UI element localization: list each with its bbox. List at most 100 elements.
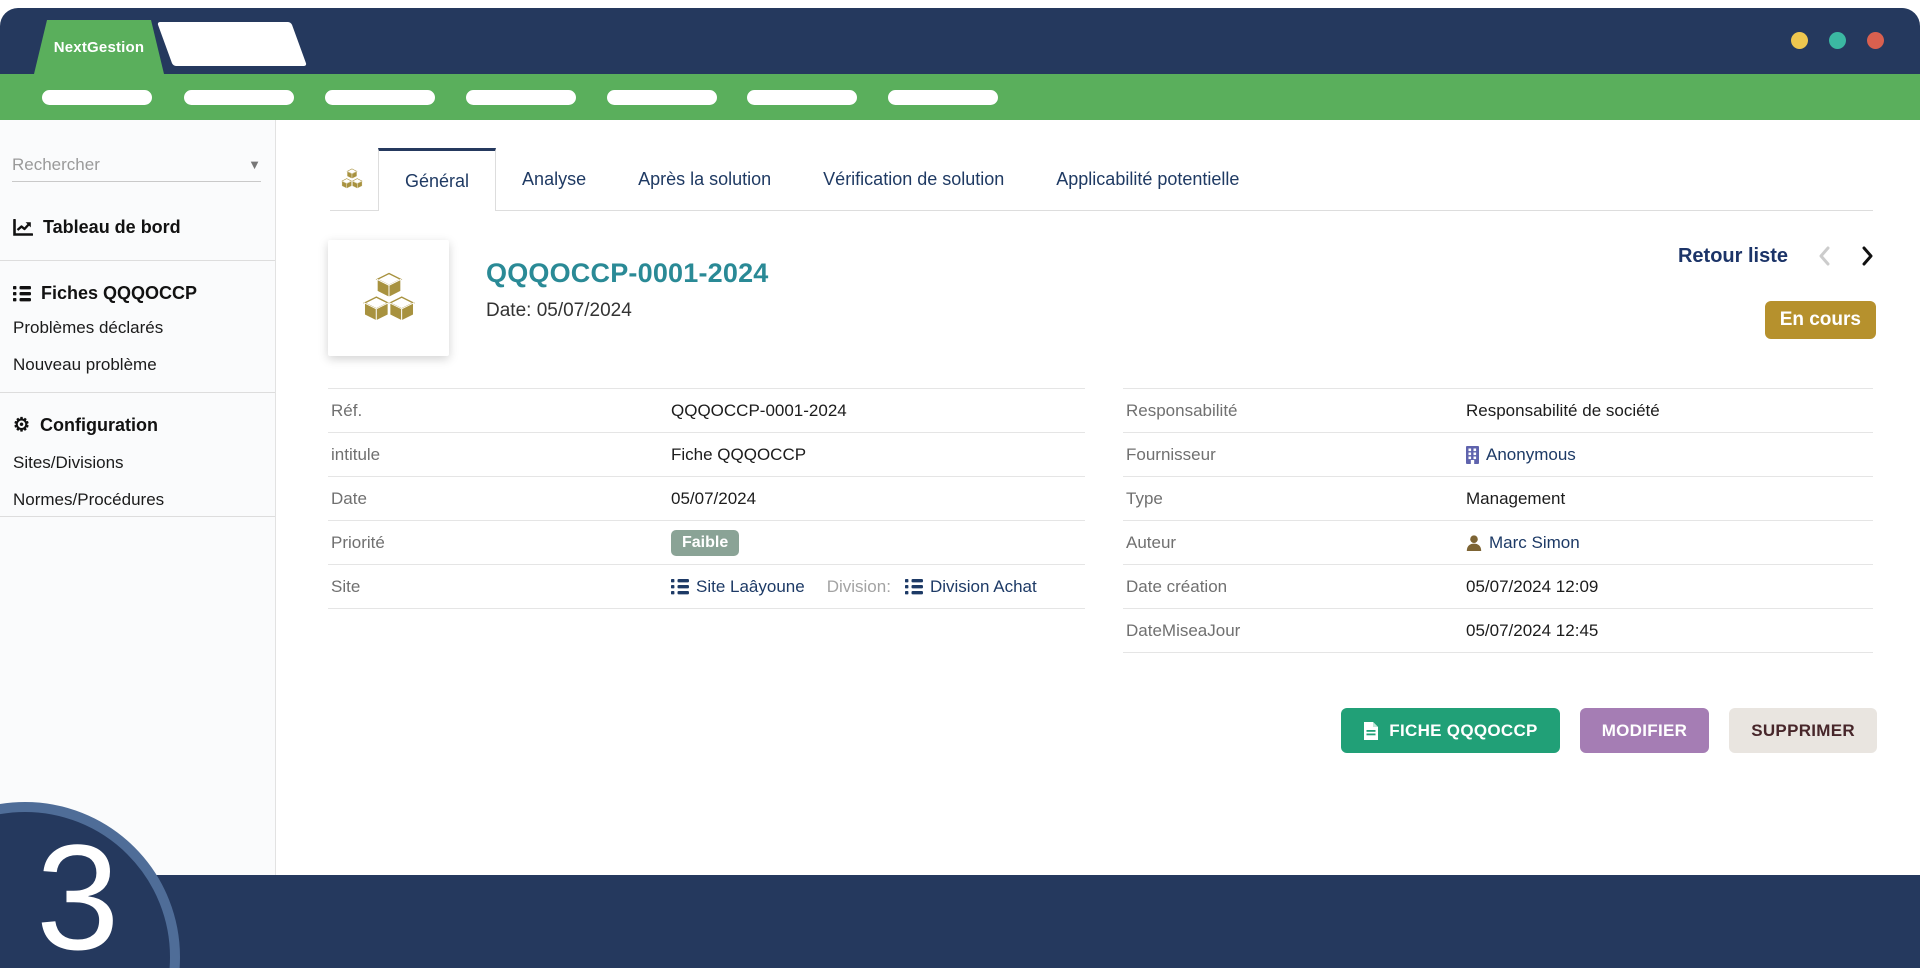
sidebar-item-nouveau-probleme[interactable]: Nouveau problème [13, 350, 265, 380]
table-row: Réf. QQQOCCP-0001-2024 [328, 389, 1085, 433]
divider [0, 516, 275, 517]
supprimer-button[interactable]: SUPPRIMER [1729, 708, 1877, 753]
field-label: Type [1123, 489, 1466, 509]
supplier-link[interactable]: Anonymous [1466, 445, 1576, 465]
sidebar-item-label: Normes/Procédures [13, 490, 164, 510]
field-value: QQQOCCP-0001-2024 [671, 401, 847, 421]
main-nav [0, 74, 1920, 120]
footer-bar [0, 875, 1920, 968]
field-label: Date [328, 489, 671, 509]
tab-analyse[interactable]: Analyse [496, 148, 612, 210]
sidebar: ▼ Tableau de bord Fiches QQQOCCP Problèm… [0, 120, 276, 875]
sidebar-item-configuration[interactable]: ⚙ Configuration [13, 410, 265, 440]
nav-pill-placeholder[interactable] [607, 90, 717, 105]
nav-pill-placeholder[interactable] [184, 90, 294, 105]
back-to-list-link[interactable]: Retour liste [1678, 245, 1788, 268]
field-label: Réf. [328, 401, 671, 421]
field-value: 05/07/2024 [671, 489, 756, 509]
sidebar-item-fiches-qqqoccp[interactable]: Fiches QQQOCCP [13, 278, 265, 308]
record-title: QQQOCCP-0001-2024 [486, 258, 769, 289]
table-row: DateMiseaJour 05/07/2024 12:45 [1123, 609, 1873, 653]
header-tab-shape [157, 22, 307, 66]
sidebar-item-label: Tableau de bord [43, 217, 181, 238]
list-icon [671, 578, 689, 595]
divider [0, 260, 275, 261]
field-label: Site [328, 577, 671, 597]
nav-pill-placeholder[interactable] [42, 90, 152, 105]
nav-pill-placeholder[interactable] [888, 90, 998, 105]
sidebar-item-label: Configuration [40, 415, 158, 436]
field-label: Responsabilité [1123, 401, 1466, 421]
search-box[interactable]: ▼ [12, 148, 261, 182]
sidebar-item-dashboard[interactable]: Tableau de bord [13, 212, 265, 242]
tab-applicabilite-potentielle[interactable]: Applicabilité potentielle [1030, 148, 1265, 210]
table-row: Site Site Laâyoune Division: Division Ac… [328, 565, 1085, 609]
sidebar-item-sites-divisions[interactable]: Sites/Divisions [13, 448, 265, 478]
divider [330, 210, 1873, 211]
list-icon [13, 285, 31, 302]
author-link[interactable]: Marc Simon [1466, 533, 1580, 553]
brand-name: NextGestion [54, 39, 145, 56]
table-row: Responsabilité Responsabilité de société [1123, 389, 1873, 433]
nav-pill-placeholder[interactable] [466, 90, 576, 105]
gear-icon: ⚙ [13, 416, 30, 435]
record-navigation: Retour liste [1678, 244, 1876, 268]
tab-general[interactable]: Général [378, 148, 496, 211]
details-table-right: Responsabilité Responsabilité de société… [1123, 388, 1873, 653]
window-dot-teal[interactable] [1829, 32, 1846, 49]
field-value: 05/07/2024 12:45 [1466, 621, 1598, 641]
window-controls [1791, 32, 1884, 49]
sidebar-item-label: Nouveau problème [13, 355, 157, 375]
page-number: 3 [36, 822, 119, 968]
search-input[interactable] [12, 155, 242, 175]
building-icon [1466, 446, 1479, 464]
priority-badge: Faible [671, 530, 739, 556]
site-link[interactable]: Site Laâyoune [671, 577, 805, 597]
pdf-file-icon [1363, 721, 1379, 741]
table-row: Auteur Marc Simon [1123, 521, 1873, 565]
app-window: NextGestion ▼ Tableau de bord Fic [0, 0, 1920, 968]
nav-pill-placeholder[interactable] [747, 90, 857, 105]
chart-line-icon [13, 219, 33, 236]
sidebar-item-label: Sites/Divisions [13, 453, 124, 473]
division-link[interactable]: Division Achat [905, 577, 1037, 597]
fiche-qqqoccp-button[interactable]: FICHE QQQOCCP [1341, 708, 1559, 753]
field-label: Fournisseur [1123, 445, 1466, 465]
chevron-down-icon[interactable]: ▼ [248, 157, 261, 172]
tab-apres-la-solution[interactable]: Après la solution [612, 148, 797, 210]
status-badge: En cours [1765, 301, 1876, 339]
window-dot-yellow[interactable] [1791, 32, 1808, 49]
table-row: Fournisseur Anonymous [1123, 433, 1873, 477]
details-table-left: Réf. QQQOCCP-0001-2024 intitule Fiche QQ… [328, 388, 1085, 609]
window-dot-red[interactable] [1867, 32, 1884, 49]
division-label: Division: [827, 577, 891, 597]
divider [0, 392, 275, 393]
titlebar: NextGestion [0, 8, 1920, 74]
field-value: 05/07/2024 12:09 [1466, 577, 1598, 597]
field-label: intitule [328, 445, 671, 465]
sidebar-item-normes-procedures[interactable]: Normes/Procédures [13, 485, 265, 515]
action-buttons: FICHE QQQOCCP MODIFIER SUPPRIMER [1341, 708, 1877, 753]
field-value: Management [1466, 489, 1565, 509]
list-icon [905, 578, 923, 595]
chevron-right-icon[interactable] [1860, 244, 1876, 268]
user-icon [1466, 535, 1482, 551]
field-value: Fiche QQQOCCP [671, 445, 806, 465]
field-label: DateMiseaJour [1123, 621, 1466, 641]
field-label: Date création [1123, 577, 1466, 597]
table-row: intitule Fiche QQQOCCP [328, 433, 1085, 477]
field-label: Auteur [1123, 533, 1466, 553]
chevron-left-icon[interactable] [1816, 244, 1832, 268]
record-date: Date: 05/07/2024 [486, 300, 632, 322]
nav-pill-placeholder[interactable] [325, 90, 435, 105]
table-row: Date création 05/07/2024 12:09 [1123, 565, 1873, 609]
tab-verification-de-solution[interactable]: Vérification de solution [797, 148, 1030, 210]
modifier-button[interactable]: MODIFIER [1580, 708, 1710, 753]
brand-tab[interactable]: NextGestion [34, 20, 164, 74]
field-label: Priorité [328, 533, 671, 553]
table-row: Priorité Faible [328, 521, 1085, 565]
field-value: Responsabilité de société [1466, 401, 1660, 421]
record-thumbnail [328, 240, 449, 356]
table-row: Type Management [1123, 477, 1873, 521]
sidebar-item-problemes-declares[interactable]: Problèmes déclarés [13, 313, 265, 343]
